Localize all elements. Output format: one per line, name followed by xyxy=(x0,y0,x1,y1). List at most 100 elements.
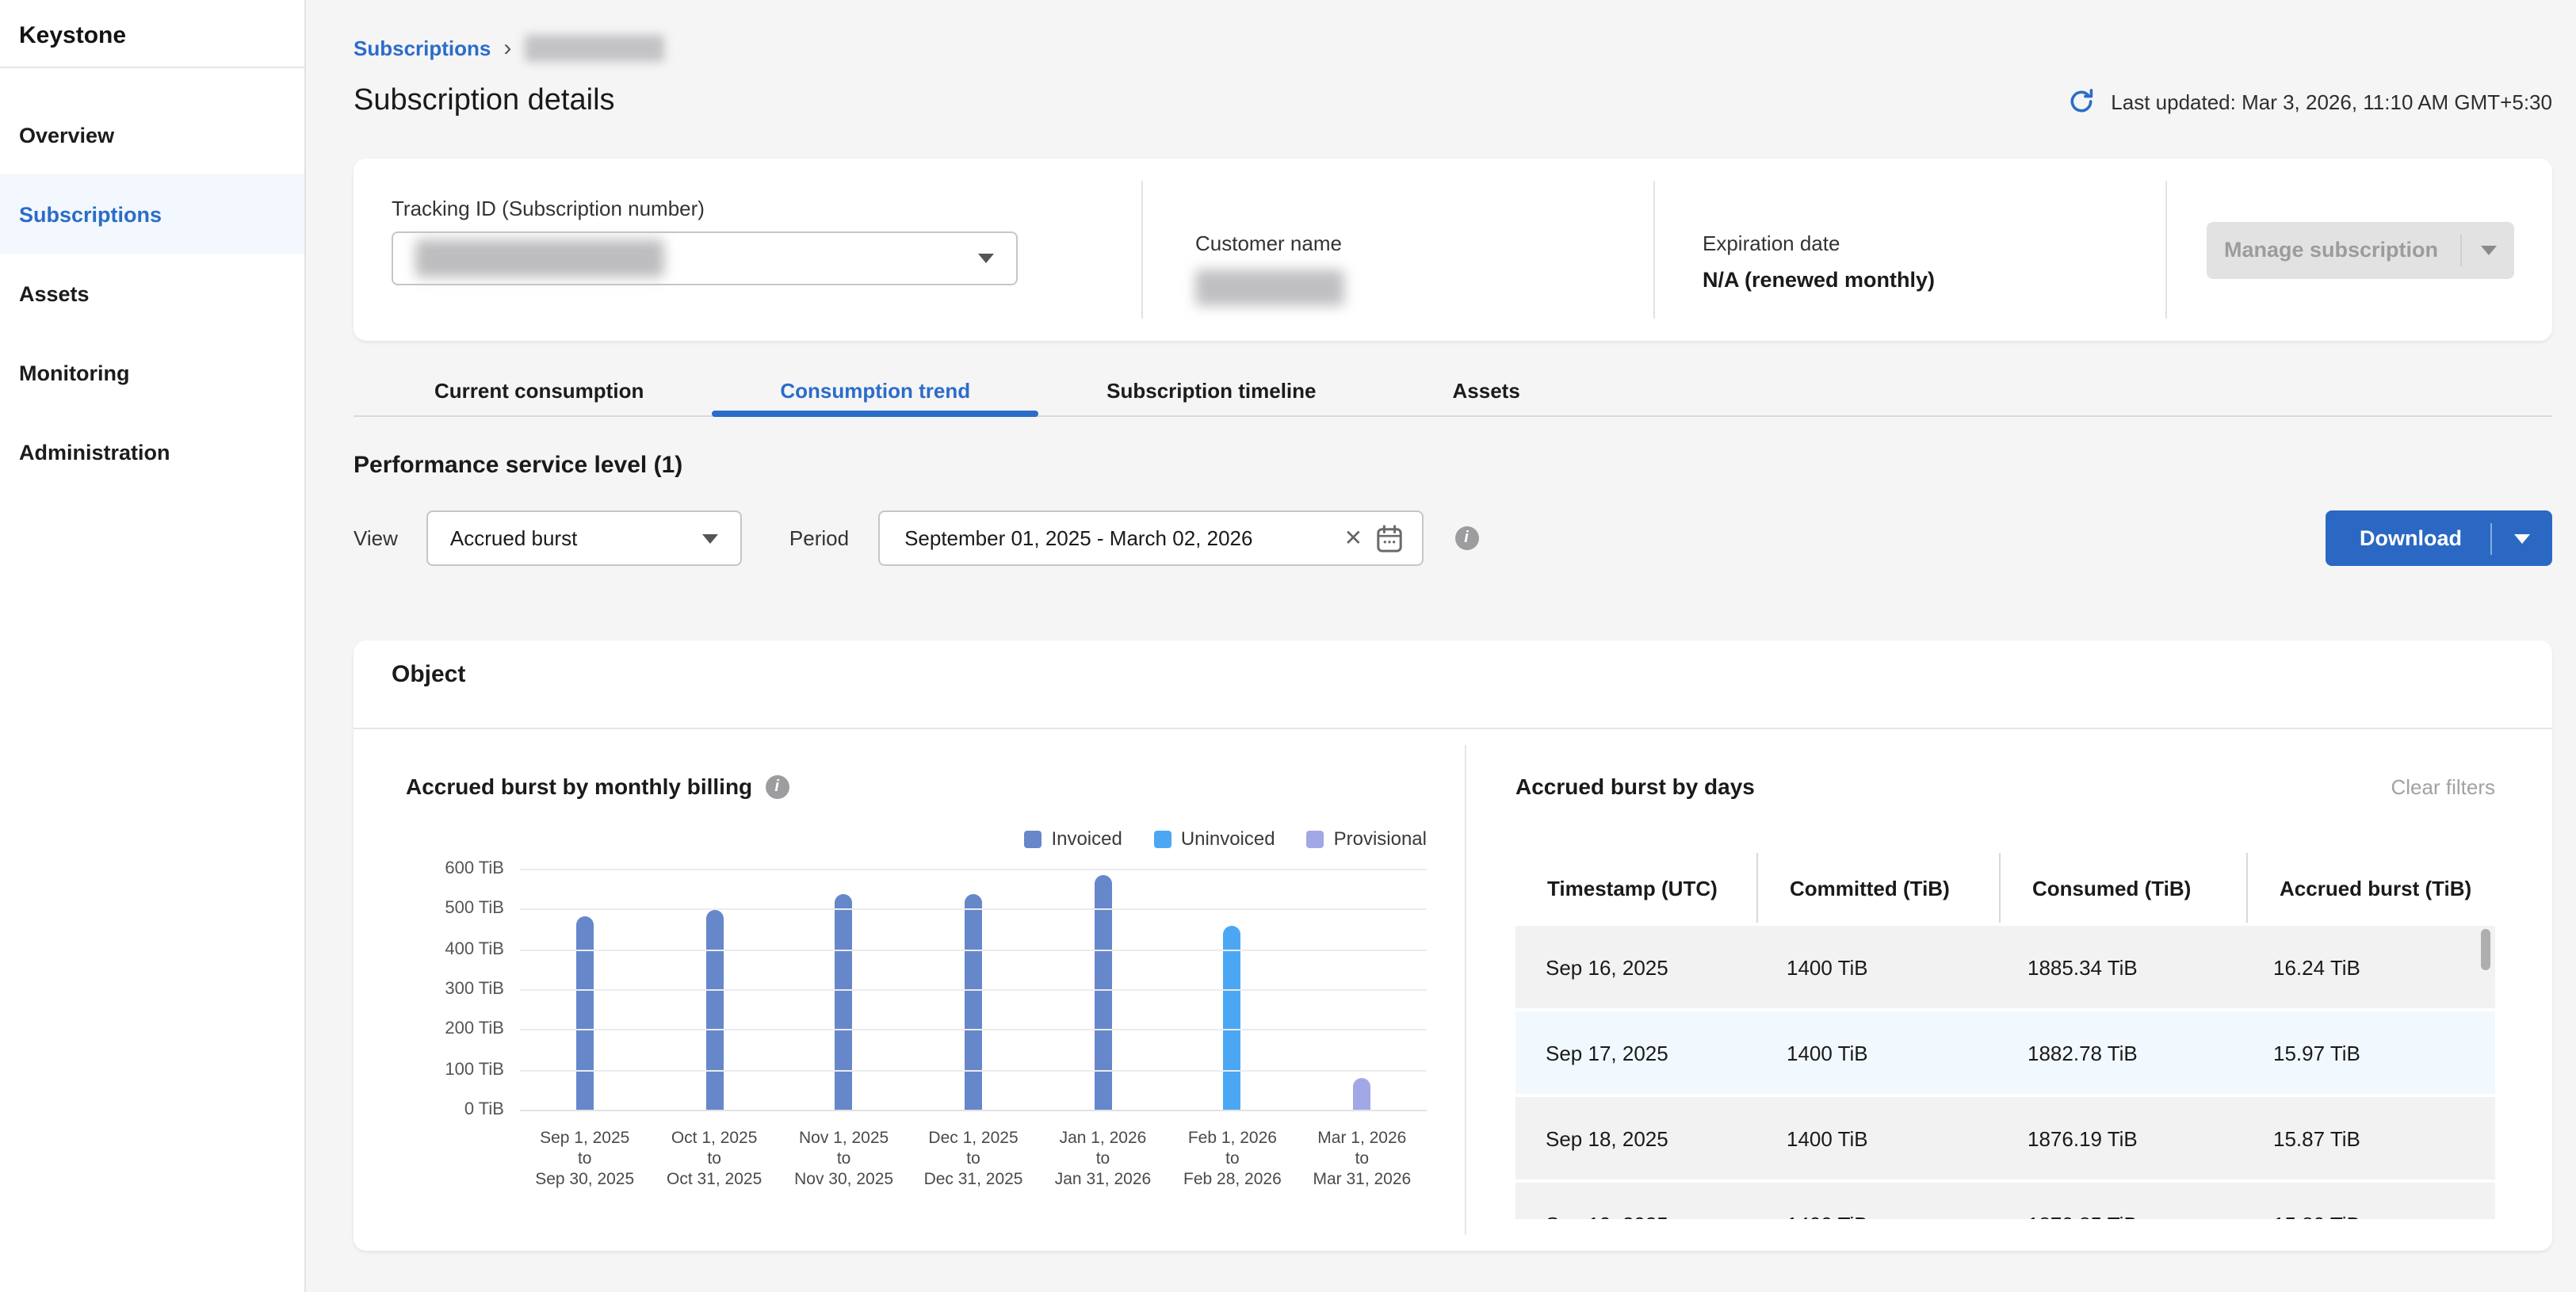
sidebar: Keystone Overview Subscriptions Assets M… xyxy=(0,0,306,1292)
grid-line xyxy=(520,909,1427,911)
chevron-down-icon xyxy=(2514,533,2530,543)
uninvoiced-swatch-icon xyxy=(1154,830,1171,847)
cell-timestamp: Sep 19, 2025 xyxy=(1515,1212,1756,1219)
refresh-icon[interactable] xyxy=(2066,87,2095,116)
tracking-id-label: Tracking ID (Subscription number) xyxy=(392,197,1141,220)
customer-name-redacted-value xyxy=(1195,269,1344,306)
grid-line xyxy=(520,1110,1427,1111)
page-title: Subscription details xyxy=(354,84,615,119)
y-tick-label: 0 TiB xyxy=(464,1100,504,1119)
customer-name-label: Customer name xyxy=(1195,231,1653,255)
last-updated-text: Last updated: Mar 3, 2026, 11:10 AM GMT+… xyxy=(2111,90,2552,113)
period-label: Period xyxy=(789,526,849,550)
chevron-down-icon xyxy=(702,533,718,543)
sidebar-nav: Overview Subscriptions Assets Monitoring… xyxy=(0,95,304,491)
cell-timestamp: Sep 17, 2025 xyxy=(1515,1041,1756,1065)
calendar-icon[interactable] xyxy=(1375,524,1402,552)
table-row[interactable]: Sep 19, 2025 1400 TiB 1870.85 TiB 15.80 … xyxy=(1515,1183,2495,1219)
tab-current-consumption[interactable]: Current consumption xyxy=(366,365,712,415)
column-header-accrued-burst[interactable]: Accrued burst (TiB) xyxy=(2248,876,2495,900)
breadcrumb-chevron-icon: › xyxy=(503,35,511,62)
manage-subscription-button[interactable]: Manage subscription xyxy=(2207,221,2514,278)
legend-item-uninvoiced: Uninvoiced xyxy=(1154,828,1275,850)
table-row[interactable]: Sep 17, 2025 1400 TiB 1882.78 TiB 15.97 … xyxy=(1515,1011,2495,1094)
chart-bar xyxy=(835,894,853,1110)
tab-assets[interactable]: Assets xyxy=(1385,365,1588,415)
table-row[interactable]: Sep 18, 2025 1400 TiB 1876.19 TiB 15.87 … xyxy=(1515,1097,2495,1179)
table-header: Timestamp (UTC) Committed (TiB) Consumed… xyxy=(1515,853,2495,923)
grid-line xyxy=(520,1069,1427,1071)
chart-bar xyxy=(576,915,594,1110)
period-info-icon[interactable]: i xyxy=(1454,526,1478,550)
chart-bar xyxy=(705,910,723,1110)
object-section-title: Object xyxy=(354,640,2552,729)
y-tick-label: 200 TiB xyxy=(445,1020,504,1039)
sidebar-item-subscriptions[interactable]: Subscriptions xyxy=(0,174,304,254)
section-title: Performance service level (1) xyxy=(354,452,2552,479)
sidebar-item-monitoring[interactable]: Monitoring xyxy=(0,333,304,412)
expiration-date-value: N/A (renewed monthly) xyxy=(1703,268,2165,292)
view-select-value: Accrued burst xyxy=(450,526,577,550)
cell-timestamp: Sep 16, 2025 xyxy=(1515,955,1756,979)
chart-info-icon[interactable]: i xyxy=(765,774,789,798)
y-axis-labels: 0 TiB100 TiB200 TiB300 TiB400 TiB500 TiB… xyxy=(406,869,504,1110)
cell-accrued: 15.97 TiB xyxy=(2243,1041,2490,1065)
clear-filters-button[interactable]: Clear filters xyxy=(2391,774,2496,798)
tracking-id-select[interactable] xyxy=(392,231,1018,285)
breadcrumb-redacted-value xyxy=(524,35,663,62)
chart-title: Accrued burst by monthly billing xyxy=(406,774,752,799)
y-tick-label: 100 TiB xyxy=(445,1060,504,1079)
period-input[interactable]: September 01, 2025 - March 02, 2026 ✕ xyxy=(877,510,1423,566)
download-options-caret[interactable] xyxy=(2492,510,2552,566)
manage-subscription-label: Manage subscription xyxy=(2224,238,2438,262)
chart-legend: Invoiced Uninvoiced Provisional xyxy=(406,828,1427,850)
x-tick-label: Oct 1, 2025toOct 31, 2025 xyxy=(649,1129,778,1191)
tab-consumption-trend[interactable]: Consumption trend xyxy=(712,365,1038,415)
grid-line xyxy=(520,1030,1427,1031)
sidebar-item-assets[interactable]: Assets xyxy=(0,254,304,333)
x-tick-label: Mar 1, 2026toMar 31, 2026 xyxy=(1298,1129,1427,1191)
chevron-down-icon xyxy=(2481,245,2497,254)
tab-bar: Current consumption Consumption trend Su… xyxy=(354,365,2552,417)
grid-line xyxy=(520,869,1427,870)
table-body: Sep 16, 2025 1400 TiB 1885.34 TiB 16.24 … xyxy=(1515,926,2495,1219)
y-tick-label: 500 TiB xyxy=(445,900,504,919)
clear-period-icon[interactable]: ✕ xyxy=(1332,525,1375,552)
x-tick-label: Feb 1, 2026toFeb 28, 2026 xyxy=(1168,1129,1297,1191)
column-header-consumed[interactable]: Consumed (TiB) xyxy=(2001,876,2246,900)
tracking-id-redacted-value xyxy=(415,239,664,277)
period-value: September 01, 2025 - March 02, 2026 xyxy=(904,526,1252,550)
table-scrollbar-thumb[interactable] xyxy=(2481,929,2490,970)
subscription-summary-card: Tracking ID (Subscription number) Custom… xyxy=(354,159,2552,341)
invoiced-swatch-icon xyxy=(1024,830,1041,847)
cell-consumed: 1876.19 TiB xyxy=(1997,1126,2243,1150)
cell-committed: 1400 TiB xyxy=(1756,1212,1997,1219)
x-tick-label: Jan 1, 2026toJan 31, 2026 xyxy=(1038,1129,1168,1191)
legend-label: Uninvoiced xyxy=(1181,828,1275,850)
y-tick-label: 600 TiB xyxy=(445,859,504,878)
sidebar-item-overview[interactable]: Overview xyxy=(0,95,304,174)
breadcrumb-subscriptions-link[interactable]: Subscriptions xyxy=(354,36,491,60)
chart-section: Accrued burst by monthly billing i Invoi… xyxy=(354,729,1465,1251)
x-axis-labels: Sep 1, 2025toSep 30, 2025Oct 1, 2025toOc… xyxy=(520,1129,1427,1191)
view-label: View xyxy=(354,526,398,550)
download-button[interactable]: Download xyxy=(2325,510,2552,566)
cell-accrued: 15.87 TiB xyxy=(2243,1126,2490,1150)
grid-line xyxy=(520,949,1427,950)
table-row[interactable]: Sep 16, 2025 1400 TiB 1885.34 TiB 16.24 … xyxy=(1515,926,2495,1008)
cell-accrued: 16.24 TiB xyxy=(2243,955,2490,979)
chevron-down-icon xyxy=(978,254,994,263)
cell-timestamp: Sep 18, 2025 xyxy=(1515,1126,1756,1150)
table-section: Accrued burst by days Clear filters Time… xyxy=(1466,729,2552,1251)
tab-subscription-timeline[interactable]: Subscription timeline xyxy=(1038,365,1384,415)
sidebar-item-administration[interactable]: Administration xyxy=(0,412,304,491)
view-select[interactable]: Accrued burst xyxy=(426,510,742,566)
legend-item-invoiced: Invoiced xyxy=(1024,828,1122,850)
x-tick-label: Sep 1, 2025toSep 30, 2025 xyxy=(520,1129,649,1191)
table-title: Accrued burst by days xyxy=(1515,774,1755,799)
provisional-swatch-icon xyxy=(1307,830,1324,847)
column-header-committed[interactable]: Committed (TiB) xyxy=(1758,876,1999,900)
legend-label: Invoiced xyxy=(1051,828,1122,850)
column-header-timestamp[interactable]: Timestamp (UTC) xyxy=(1515,876,1756,900)
divider xyxy=(2460,234,2462,266)
